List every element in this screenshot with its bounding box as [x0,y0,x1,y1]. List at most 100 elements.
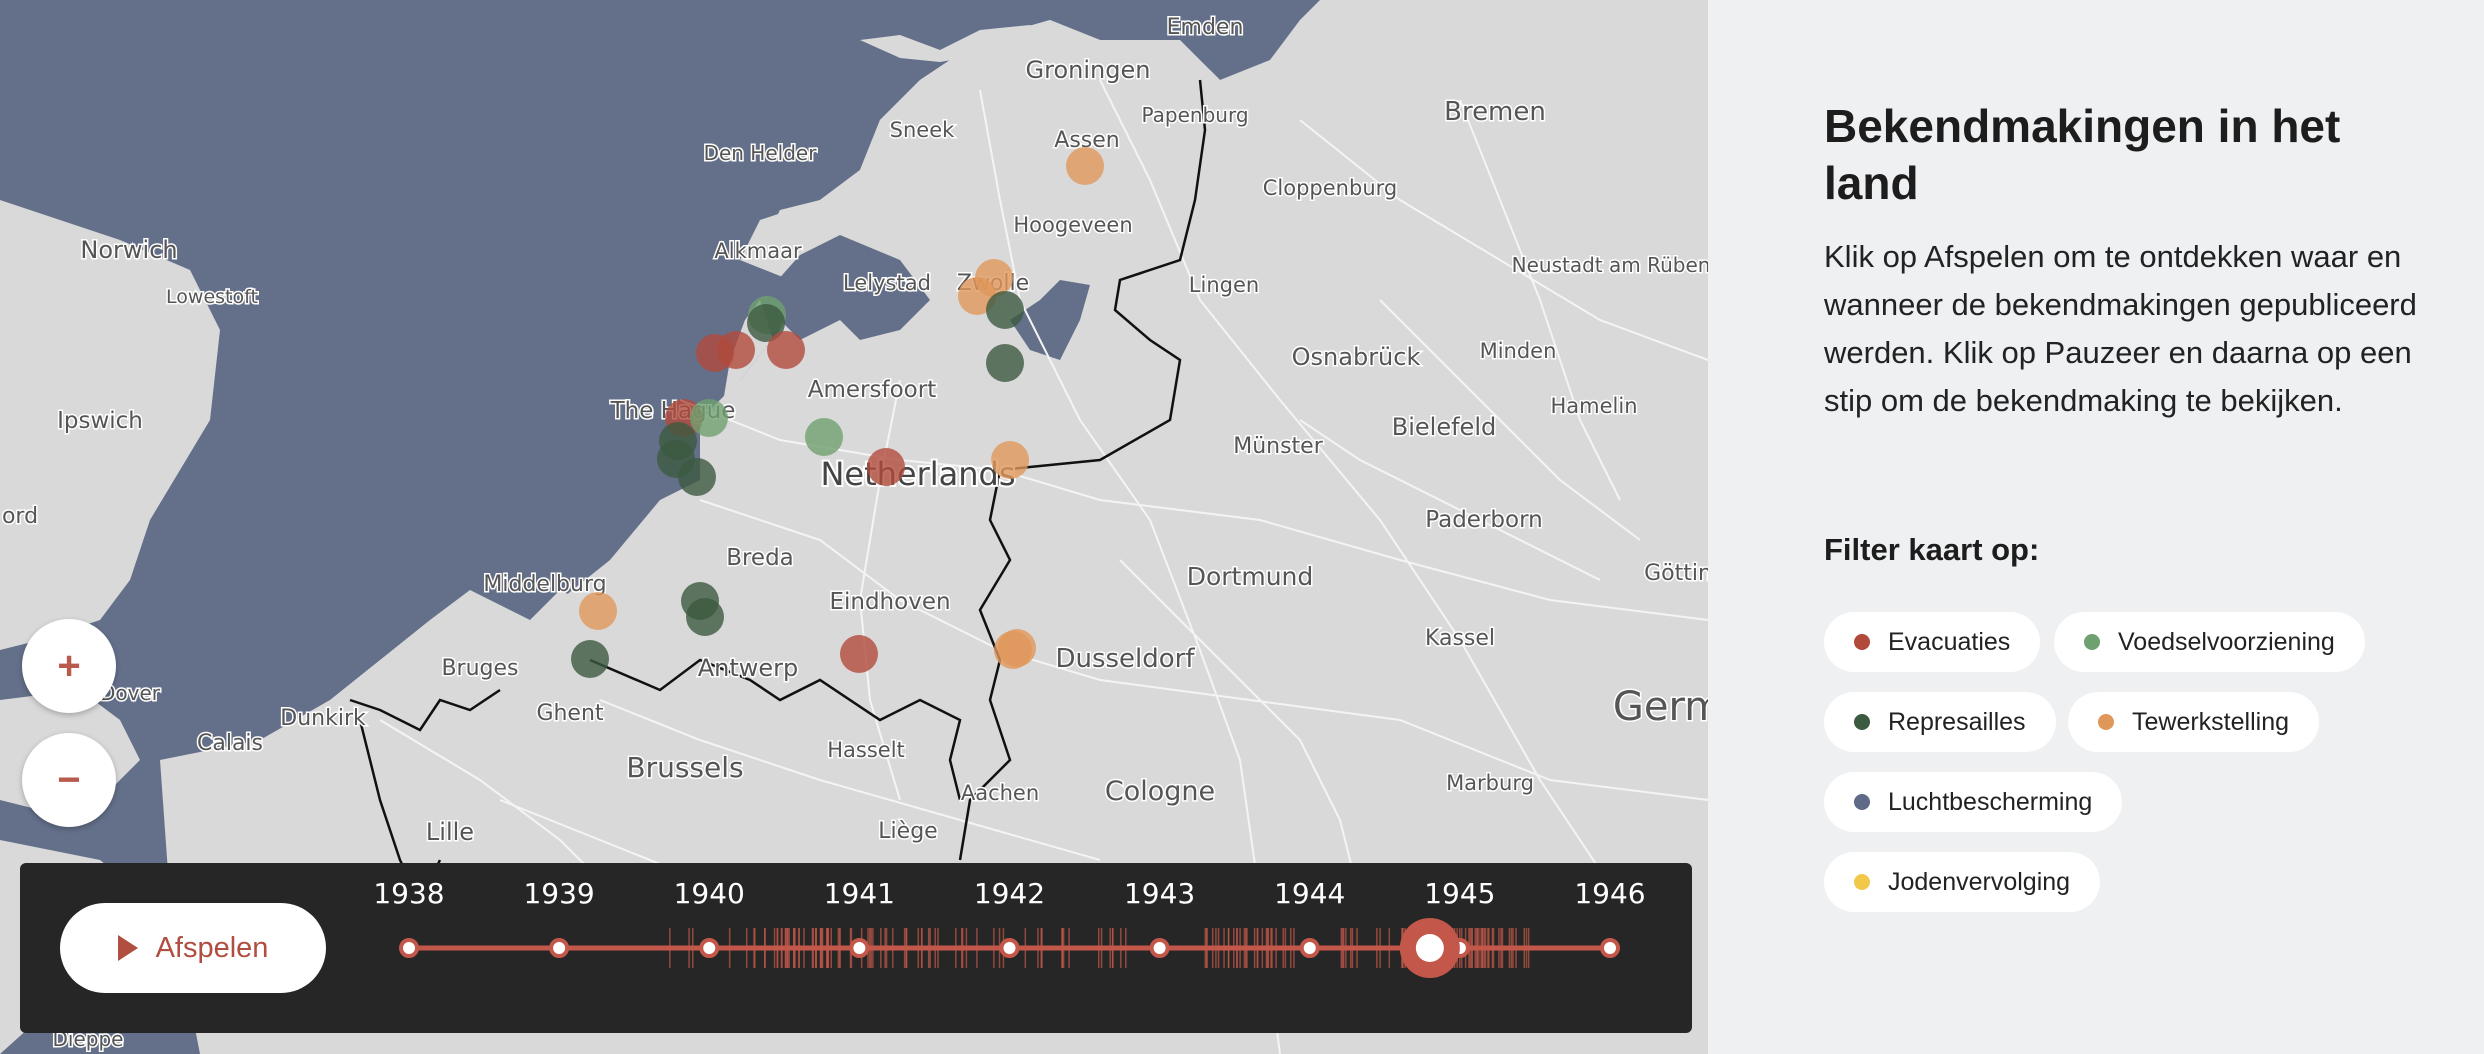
city-label: Amersfoort [808,377,936,403]
city-label: Minden [1480,339,1557,363]
map-marker-represailles[interactable] [986,291,1024,329]
timeline-year-label: 1941 [824,877,895,910]
city-label: ord [2,504,38,529]
city-label: Bielefeld [1392,413,1496,441]
map-marker-represailles[interactable] [678,458,716,496]
map-marker-tewerkstelling[interactable] [579,592,617,630]
city-label: Lingen [1189,273,1259,297]
city-label: Ipswich [57,408,143,434]
timeline-year-dot[interactable] [699,938,720,958]
city-label: Liège [878,819,937,844]
timeline-year-dot[interactable] [1149,938,1170,958]
timeline-bar: Afspelen 1938 1939 1940 1941 1942 1943 1944 194… [20,863,1692,1033]
map-marker-represailles[interactable] [686,598,724,636]
timeline-year-dot[interactable] [999,938,1020,958]
map-marker-voedselvoorziening[interactable] [690,399,728,437]
city-label: Papenburg [1141,103,1248,127]
filter-color-dot [1854,634,1870,650]
filter-chip-tewerkstelling[interactable]: Tewerkstelling [2068,692,2320,752]
city-label: Osnabrück [1292,343,1421,371]
timeline-year-label: 1943 [1124,877,1195,910]
country-label: Netherlands [820,455,1015,493]
city-label: Neustadt am Rübenberge [1512,253,1708,277]
filter-chip-label: Voedselvoorziening [2118,627,2335,656]
filter-chip-label: Represailles [1888,707,2026,736]
filter-heading: Filter kaart op: [1824,532,2040,567]
timeline-year-dot[interactable] [549,938,570,958]
timeline-year-label: 1945 [1424,877,1495,910]
map-marker-evacuaties[interactable] [840,635,878,673]
city-label: Hasselt [827,738,905,762]
filter-color-dot [2084,634,2100,650]
filter-color-dot [2098,714,2114,730]
map-marker-tewerkstelling[interactable] [991,441,1029,479]
map-marker-evacuaties[interactable] [717,331,755,369]
timeline-year-dot[interactable] [849,938,870,958]
timeline-year-label: 1942 [974,877,1045,910]
timeline-year-dot[interactable] [1600,938,1620,958]
city-label: Hoogeveen [1013,213,1132,237]
filter-color-dot [1854,714,1870,730]
city-label: Den Helder [704,141,818,165]
city-label: Lowestoft [166,286,258,308]
filter-chip-jodenvervolging[interactable]: Jodenvervolging [1824,852,2101,912]
city-label: Brussels [626,751,743,784]
city-label: Bruges [441,656,518,681]
timeline-year-dot[interactable] [399,938,419,958]
city-label: Münster [1233,434,1323,459]
city-label: Groningen [1026,56,1151,84]
city-label: Lille [426,818,474,846]
map-marker-represailles[interactable] [571,640,609,678]
city-label: Emden [1167,15,1244,40]
filter-chip-label: Jodenvervolging [1888,867,2071,896]
city-label: Calais [197,731,263,756]
city-label: Germ [1613,684,1708,730]
city-label: Norwich [80,236,177,264]
filter-chip-label: Evacuaties [1888,627,2011,656]
timeline-year-label: 1946 [1574,877,1645,910]
map-marker-tewerkstelling[interactable] [1066,147,1104,185]
minus-icon: − [57,757,81,802]
city-label: Götting [1644,561,1708,586]
timeline-handle-center [1415,934,1444,962]
city-label: Sneek [890,118,955,142]
timeline-year-label: 1944 [1274,877,1345,910]
timeline-track[interactable]: 1938 1939 1940 1941 1942 1943 1944 1945 1946 [20,863,1692,1033]
map[interactable]: Emden Groningen Bremen Sneek Papenburg Den He… [0,0,1708,1054]
city-label: Marburg [1446,771,1534,795]
map-marker-tewerkstelling[interactable] [998,629,1036,667]
side-panel: Bekendmakingen in het land Klik op Afspe… [1708,0,2484,1054]
zoom-out-button[interactable]: − [22,733,116,827]
panel-description: Klik op Afspelen om te ontdekken waar en… [1824,239,2417,418]
timeline-year-label: 1940 [674,877,745,910]
city-label: Dortmund [1187,562,1314,591]
timeline-year-label: 1939 [523,877,594,910]
city-label: Hamelin [1550,394,1637,418]
filter-color-dot [1854,874,1870,890]
city-label: Middelburg [483,572,606,597]
map-marker-represailles[interactable] [986,344,1024,382]
filter-chip-label: Luchtbescherming [1888,787,2093,816]
zoom-in-button[interactable]: + [22,619,116,713]
filter-chip-represailles[interactable]: Represailles [1824,692,2056,752]
map-marker-voedselvoorziening[interactable] [805,418,843,456]
city-label: Bremen [1444,97,1546,127]
filter-chip-evacuaties[interactable]: Evacuaties [1824,612,2041,672]
city-label: Dunkirk [280,706,366,731]
filter-chip-label: Tewerkstelling [2132,707,2290,736]
city-label: Alkmaar [714,239,802,263]
timeline-year-label: 1938 [373,877,444,910]
city-label: Aachen [961,781,1039,805]
timeline-year-dot[interactable] [1299,938,1320,958]
city-label: Cloppenburg [1263,176,1397,200]
city-label: Dusseldorf [1055,644,1195,674]
map-marker-evacuaties[interactable] [867,448,905,486]
city-label: Kassel [1425,626,1495,651]
city-label: Paderborn [1425,507,1542,533]
filter-chip-voedselvoorziening[interactable]: Voedselvoorziening [2054,612,2365,672]
filter-chip-luchtbescherming[interactable]: Luchtbescherming [1824,772,2123,832]
city-label: Eindhoven [829,589,950,615]
city-label: Antwerp [698,654,799,682]
map-marker-evacuaties[interactable] [767,331,805,369]
panel-title: Bekendmakingen in het land [1824,100,2341,209]
